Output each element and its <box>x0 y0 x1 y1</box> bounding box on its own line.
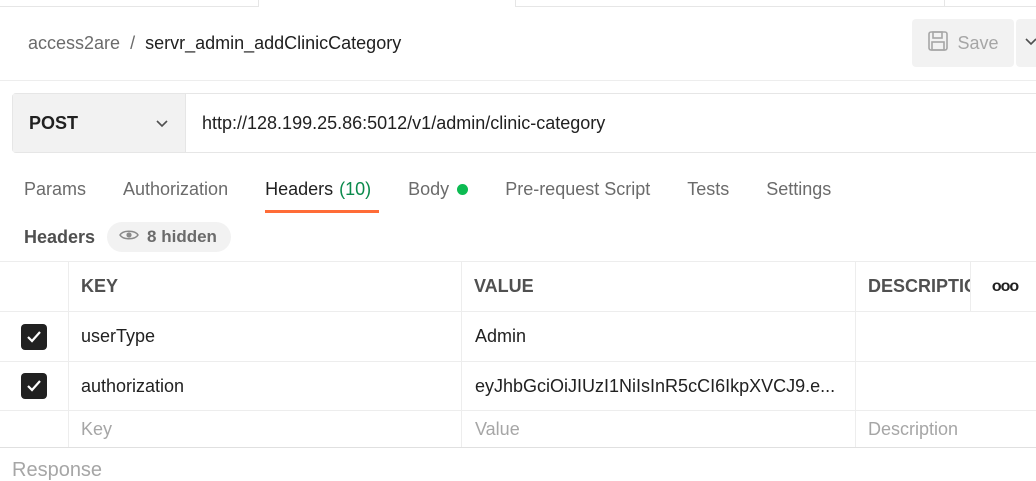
header-divider <box>0 80 1036 81</box>
header-description[interactable] <box>855 312 970 361</box>
top-tab-strip <box>0 0 1036 7</box>
hidden-headers-label: 8 hidden <box>147 227 217 246</box>
tab-separator <box>944 0 945 7</box>
check-icon <box>27 330 41 343</box>
header-description[interactable] <box>855 362 970 410</box>
tab-authorization-label: Authorization <box>123 179 229 199</box>
new-key-input[interactable]: Key <box>68 411 461 447</box>
row-checkbox-cell <box>0 411 68 447</box>
enable-checkbox[interactable] <box>21 373 47 399</box>
header-value[interactable]: eyJhbGciOiJIUzI1NiIsInR5cCI6IkpXVCJ9.e..… <box>461 362 855 410</box>
check-icon <box>27 380 41 392</box>
request-tabs: Params Authorization Headers (10) Body P… <box>24 176 868 216</box>
chevron-down-icon <box>1024 34 1036 52</box>
new-description-input[interactable]: Description <box>855 411 1036 447</box>
tab-settings-label: Settings <box>766 179 832 199</box>
header-key[interactable]: userType <box>68 312 461 361</box>
tab-prerequest-script[interactable]: Pre-request Script <box>505 176 650 203</box>
column-key: KEY <box>68 262 461 311</box>
table-row-new: Key Value Description <box>0 410 1036 447</box>
enable-checkbox[interactable] <box>21 323 47 350</box>
active-request-tab[interactable] <box>258 0 516 7</box>
method-select[interactable]: POST <box>13 94 186 152</box>
save-button[interactable]: Save <box>912 19 1014 67</box>
breadcrumb-collection[interactable]: access2are <box>28 33 120 54</box>
tab-tests-label: Tests <box>687 179 730 199</box>
tab-authorization[interactable]: Authorization <box>123 176 228 203</box>
table-row: authorization eyJhbGciOiJIUzI1NiIsInR5cC… <box>0 361 1036 410</box>
save-icon <box>927 30 949 57</box>
method-label: POST <box>29 112 79 133</box>
column-value: VALUE <box>461 262 855 311</box>
url-input[interactable]: http://128.199.25.86:5012/v1/admin/clini… <box>186 94 1036 152</box>
row-checkbox-cell <box>0 362 68 410</box>
tab-tests[interactable]: Tests <box>687 176 729 203</box>
response-divider[interactable] <box>0 447 1036 448</box>
breadcrumb: access2are / servr_admin_addClinicCatego… <box>28 30 401 56</box>
chevron-down-icon <box>155 113 169 134</box>
more-icon: ooo <box>991 277 1019 295</box>
tab-headers-label: Headers <box>265 179 334 199</box>
tab-params[interactable]: Params <box>24 176 86 203</box>
tab-body[interactable]: Body <box>408 176 469 203</box>
response-label: Response <box>12 459 103 481</box>
eye-icon <box>119 227 139 247</box>
header-value[interactable]: Admin <box>461 312 855 361</box>
save-label: Save <box>957 32 999 53</box>
header-key[interactable]: authorization <box>68 362 461 410</box>
save-options-button[interactable] <box>1016 19 1036 67</box>
row-checkbox-cell <box>0 312 68 361</box>
headers-toolbar: Headers 8 hidden <box>24 222 231 252</box>
headers-count: (10) <box>339 179 372 199</box>
column-options-button[interactable]: ooo <box>970 262 1027 311</box>
tab-params-label: Params <box>24 179 87 199</box>
table-header-row: KEY VALUE DESCRIPTIO ooo <box>0 261 1036 311</box>
tab-prerequest-label: Pre-request Script <box>505 179 651 199</box>
hidden-headers-toggle[interactable]: 8 hidden <box>107 222 231 252</box>
headers-section-title: Headers <box>24 226 96 247</box>
tab-settings[interactable]: Settings <box>766 176 831 203</box>
request-name[interactable]: servr_admin_addClinicCategory <box>145 33 401 54</box>
column-description: DESCRIPTIO <box>855 262 970 311</box>
new-value-input[interactable]: Value <box>461 411 855 447</box>
request-bar: POST http://128.199.25.86:5012/v1/admin/… <box>12 93 1036 153</box>
header-checkbox-cell <box>0 262 68 311</box>
body-status-dot <box>457 184 469 195</box>
table-row: userType Admin <box>0 311 1036 361</box>
tab-headers[interactable]: Headers (10) <box>265 176 380 213</box>
tab-body-label: Body <box>408 179 450 199</box>
breadcrumb-separator: / <box>130 32 136 53</box>
